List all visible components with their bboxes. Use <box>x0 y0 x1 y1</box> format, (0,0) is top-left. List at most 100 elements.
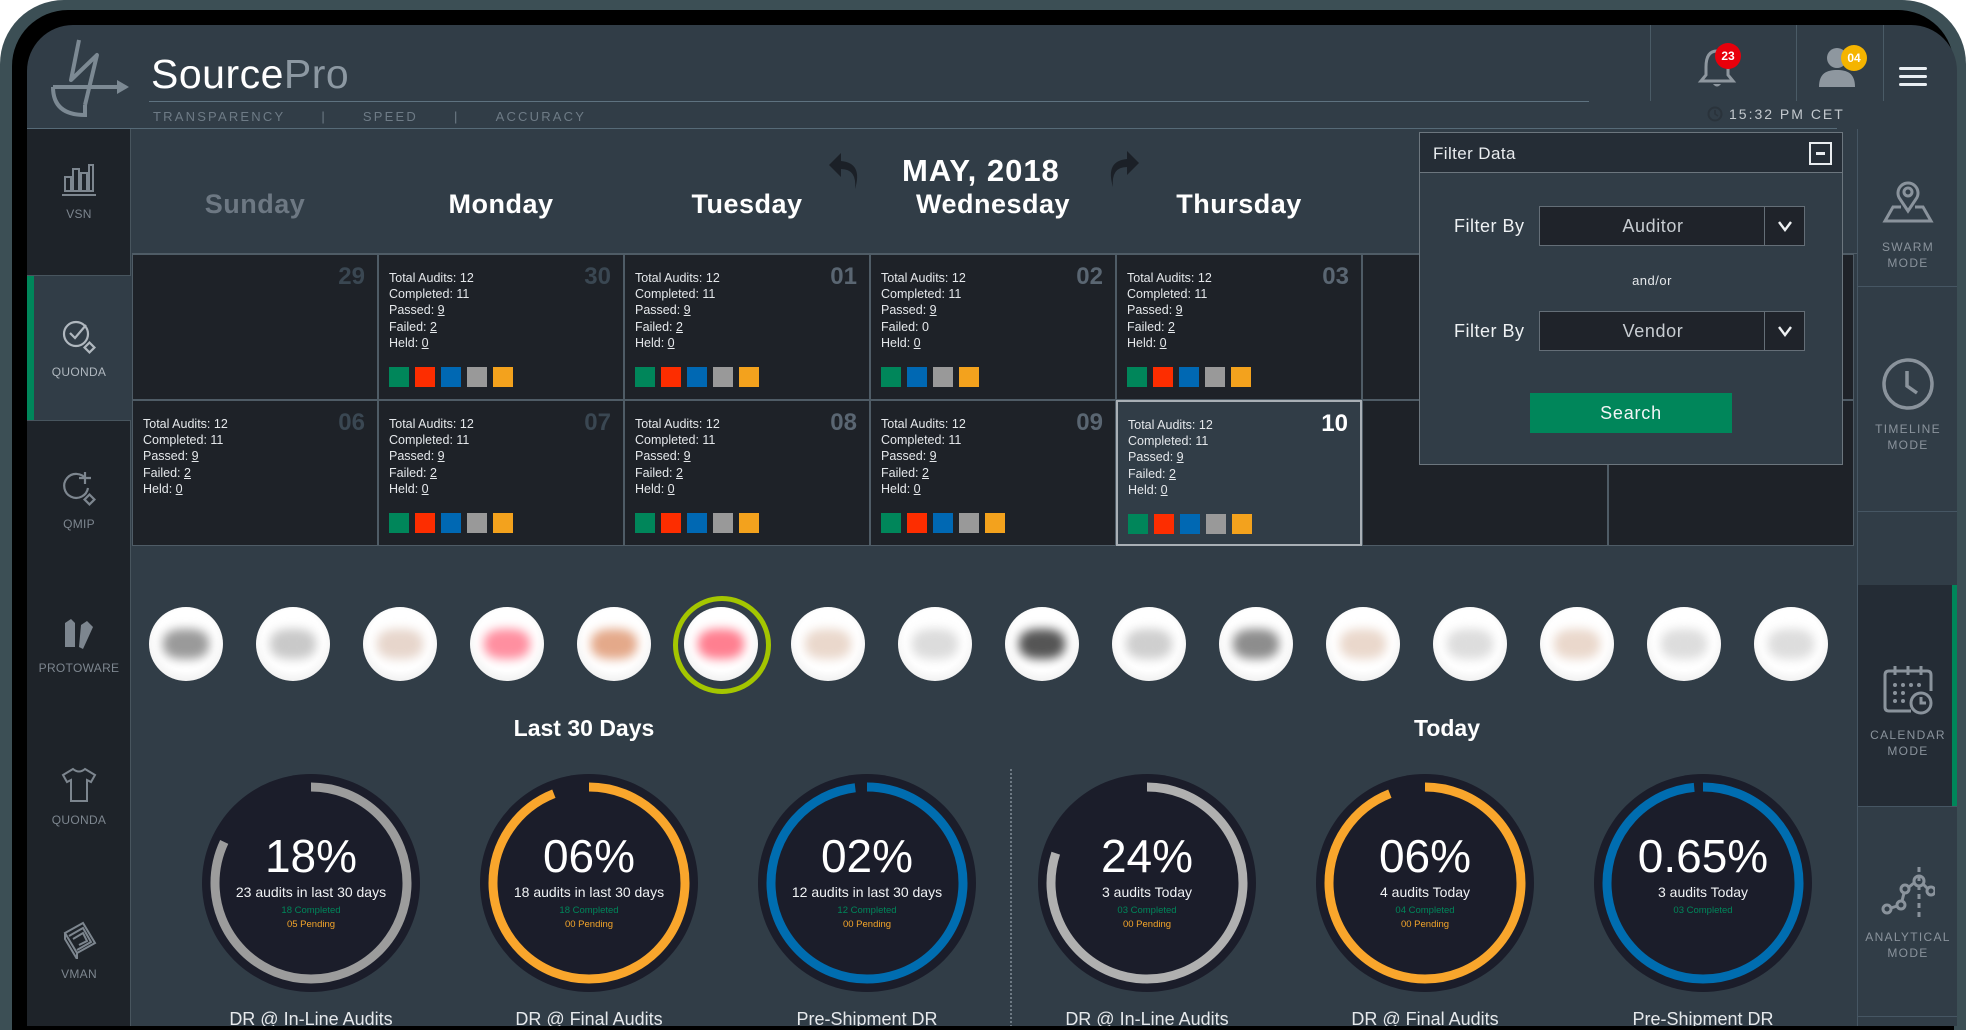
users-button[interactable]: 04 <box>1796 25 1884 101</box>
stat-passed[interactable]: 9 <box>1177 450 1184 464</box>
calendar-day-cell[interactable]: 03 Total Audits: 12 Completed: 11 Passed: 9… <box>1116 254 1362 400</box>
mode-swarm[interactable]: SWARM MODE <box>1858 129 1957 287</box>
status-swatch-green[interactable] <box>1128 514 1148 534</box>
chevron-down-icon[interactable] <box>1764 312 1804 350</box>
status-swatch-green[interactable] <box>635 513 655 533</box>
stat-passed[interactable]: 9 <box>684 449 691 463</box>
stat-held[interactable]: 0 <box>422 482 429 496</box>
status-swatch-gray[interactable] <box>933 367 953 387</box>
previous-month-button[interactable] <box>825 153 865 189</box>
status-swatch-green[interactable] <box>881 367 901 387</box>
stat-passed[interactable]: 9 <box>192 449 199 463</box>
defect-rate-gauge[interactable]: 06% 4 audits Today 04 Completed 00 Pending <box>1314 772 1536 994</box>
status-swatch-blue[interactable] <box>933 513 953 533</box>
status-swatch-red[interactable] <box>661 367 681 387</box>
stat-failed[interactable]: 2 <box>676 466 683 480</box>
vendor-logo[interactable] <box>1005 607 1079 681</box>
vendor-logo[interactable] <box>1112 607 1186 681</box>
vendor-logo[interactable] <box>149 607 223 681</box>
stat-failed[interactable]: 2 <box>1169 467 1176 481</box>
status-swatch-red[interactable] <box>661 513 681 533</box>
vendor-logo[interactable] <box>791 607 865 681</box>
stat-held[interactable]: 0 <box>914 336 921 350</box>
vendor-logo[interactable] <box>898 607 972 681</box>
mode-analytical[interactable]: ANALYTICAL MODE <box>1858 807 1957 1017</box>
chevron-down-icon[interactable] <box>1764 207 1804 245</box>
status-swatch-orange[interactable] <box>1231 367 1251 387</box>
stat-failed[interactable]: 2 <box>184 466 191 480</box>
mode-calendar[interactable]: CALENDAR MODE <box>1858 585 1957 807</box>
calendar-day-cell[interactable]: 08 Total Audits: 12 Completed: 11 Passed: 9… <box>624 400 870 546</box>
search-button[interactable]: Search <box>1530 393 1732 433</box>
stat-passed[interactable]: 9 <box>684 303 691 317</box>
stat-passed[interactable]: 9 <box>438 303 445 317</box>
vendor-logo[interactable] <box>470 607 544 681</box>
stat-passed[interactable]: 9 <box>438 449 445 463</box>
status-swatch-blue[interactable] <box>907 367 927 387</box>
status-swatch-blue[interactable] <box>441 513 461 533</box>
calendar-day-cell[interactable]: 01 Total Audits: 12 Completed: 11 Passed: 9… <box>624 254 870 400</box>
status-swatch-gray[interactable] <box>713 513 733 533</box>
collapse-filter-button[interactable] <box>1809 142 1832 165</box>
status-swatch-orange[interactable] <box>493 367 513 387</box>
stat-passed[interactable]: 9 <box>930 449 937 463</box>
status-swatch-gray[interactable] <box>959 513 979 533</box>
status-swatch-gray[interactable] <box>467 513 487 533</box>
stat-passed[interactable]: 9 <box>1176 303 1183 317</box>
status-swatch-red[interactable] <box>1154 514 1174 534</box>
stat-held[interactable]: 0 <box>1160 336 1167 350</box>
status-swatch-orange[interactable] <box>493 513 513 533</box>
defect-rate-gauge[interactable]: 06% 18 audits in last 30 days 18 Completed… <box>478 772 700 994</box>
vendor-logo[interactable] <box>1326 607 1400 681</box>
defect-rate-gauge[interactable]: 24% 3 audits Today 03 Completed 00 Pending <box>1036 772 1258 994</box>
status-swatch-blue[interactable] <box>687 513 707 533</box>
vendor-logo[interactable] <box>363 607 437 681</box>
status-swatch-red[interactable] <box>415 367 435 387</box>
stat-failed[interactable]: 2 <box>922 466 929 480</box>
stat-held[interactable]: 0 <box>176 482 183 496</box>
status-swatch-blue[interactable] <box>687 367 707 387</box>
stat-held[interactable]: 0 <box>422 336 429 350</box>
status-swatch-red[interactable] <box>907 513 927 533</box>
mode-timeline[interactable]: TIMELINE MODE <box>1858 287 1957 512</box>
status-swatch-red[interactable] <box>415 513 435 533</box>
sidebar-item-quonda[interactable]: QUONDA <box>27 275 131 421</box>
status-swatch-gray[interactable] <box>1206 514 1226 534</box>
stat-held[interactable]: 0 <box>668 336 675 350</box>
status-swatch-orange[interactable] <box>1232 514 1252 534</box>
sidebar-item-qmip[interactable]: QMIP <box>27 469 131 569</box>
status-swatch-green[interactable] <box>881 513 901 533</box>
status-swatch-blue[interactable] <box>1179 367 1199 387</box>
vendor-logo[interactable] <box>1647 607 1721 681</box>
status-swatch-orange[interactable] <box>985 513 1005 533</box>
vendor-logo[interactable] <box>1219 607 1293 681</box>
vendor-logo[interactable] <box>1433 607 1507 681</box>
status-swatch-blue[interactable] <box>441 367 461 387</box>
vendor-logo[interactable] <box>1540 607 1614 681</box>
calendar-day-cell[interactable]: 29 <box>132 254 378 400</box>
hamburger-menu-icon[interactable] <box>1899 67 1927 91</box>
status-swatch-gray[interactable] <box>1205 367 1225 387</box>
status-swatch-gray[interactable] <box>713 367 733 387</box>
stat-failed[interactable]: 2 <box>1168 320 1175 334</box>
defect-rate-gauge[interactable]: 02% 12 audits in last 30 days 12 Completed… <box>756 772 978 994</box>
vendor-logo[interactable] <box>673 596 771 694</box>
defect-rate-gauge[interactable]: 18% 23 audits in last 30 days 18 Completed… <box>200 772 422 994</box>
status-swatch-gray[interactable] <box>467 367 487 387</box>
sidebar-item-vsn[interactable]: VSN <box>27 159 131 259</box>
status-swatch-red[interactable] <box>1153 367 1173 387</box>
vendor-logo[interactable] <box>1754 607 1828 681</box>
status-swatch-green[interactable] <box>635 367 655 387</box>
stat-failed[interactable]: 2 <box>430 466 437 480</box>
calendar-day-cell[interactable]: 30 Total Audits: 12 Completed: 11 Passed: 9… <box>378 254 624 400</box>
next-month-button[interactable] <box>1103 151 1143 187</box>
auditor-select[interactable]: Auditor <box>1539 206 1805 246</box>
calendar-day-cell[interactable]: 02 Total Audits: 12 Completed: 11 Passed: 9… <box>870 254 1116 400</box>
defect-rate-gauge[interactable]: 0.65% 3 audits Today 03 Completed <box>1592 772 1814 994</box>
stat-held[interactable]: 0 <box>668 482 675 496</box>
vendor-logo[interactable] <box>577 607 651 681</box>
vendor-logo[interactable] <box>256 607 330 681</box>
sidebar-item-protoware[interactable]: PROTOWARE <box>27 613 131 713</box>
stat-held[interactable]: 0 <box>914 482 921 496</box>
status-swatch-green[interactable] <box>389 367 409 387</box>
